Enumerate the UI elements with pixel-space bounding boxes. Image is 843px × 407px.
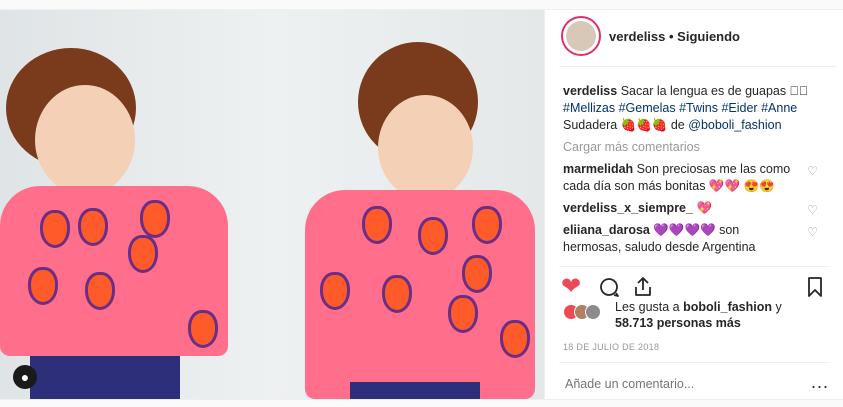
post-date[interactable]: 18 DE JULIO DE 2018 [563,342,659,352]
avatar[interactable] [585,304,601,320]
hashtag[interactable]: #Gemelas [619,101,676,115]
comments-list: verdeliss Sacar la lengua es de guapas ☐… [563,83,818,266]
post-header: verdeliss • Siguiendo [559,10,836,67]
comment-like-icon[interactable]: ♡ [807,224,818,241]
comment-like-icon[interactable]: ♡ [807,163,818,180]
hashtag[interactable]: #Eider [721,101,757,115]
likes-text: Les gusta a boboli_fashion y 58.713 pers… [615,300,782,330]
comment-user[interactable]: marmelidah [563,162,633,176]
comment-item: marmelidah Son preciosas me las como cad… [563,161,818,195]
avatar[interactable] [561,16,601,56]
bookmark-icon[interactable] [803,275,827,304]
heart-filled-icon[interactable]: ❤ [561,275,581,299]
load-more-comments[interactable]: Cargar más comentarios [563,139,818,156]
comment-user[interactable]: eliiana_darosa [563,223,650,237]
hashtag[interactable]: #Mellizas [563,101,615,115]
comment-like-icon[interactable]: ♡ [807,202,818,219]
comment-item: verdeliss_x_siempre_ 💖 ♡ [563,200,818,217]
caption: verdeliss Sacar la lengua es de guapas ☐… [563,83,818,134]
post-sidebar: verdeliss • Siguiendo verdeliss Sacar la… [544,10,843,399]
header-username[interactable]: verdeliss [609,29,665,44]
hashtag[interactable]: #Twins [679,101,718,115]
caption-user[interactable]: verdeliss [563,84,617,98]
hashtag[interactable]: #Anne [761,101,797,115]
header-username-row: verdeliss • Siguiendo [609,29,741,44]
likes-user[interactable]: boboli_fashion [683,300,772,314]
post-frame: ● verdeliss • Siguiendo verdeliss Sacar … [0,9,843,400]
comment-text: 💖 [696,201,713,215]
follow-status[interactable]: Siguiendo [677,29,740,44]
caption-text: Sacar la lengua es de guapas ☐🏻 [620,84,809,98]
post-photo[interactable]: ● [0,10,544,399]
likes-count[interactable]: 58.713 personas más [615,316,741,330]
comment-input[interactable] [563,376,787,392]
more-options-icon[interactable]: ... [811,372,829,393]
comment-item: eliiana_darosa 💜💜💜💜 son hermosas, saludo… [563,222,818,256]
add-comment-bar: ... [559,362,829,400]
mention-link[interactable]: @boboli_fashion [688,118,781,132]
comment-user[interactable]: verdeliss_x_siempre_ [563,201,693,215]
caption-credit: Sudadera 🍓🍓🍓 de [563,118,685,132]
user-tag-icon[interactable]: ● [13,365,37,389]
